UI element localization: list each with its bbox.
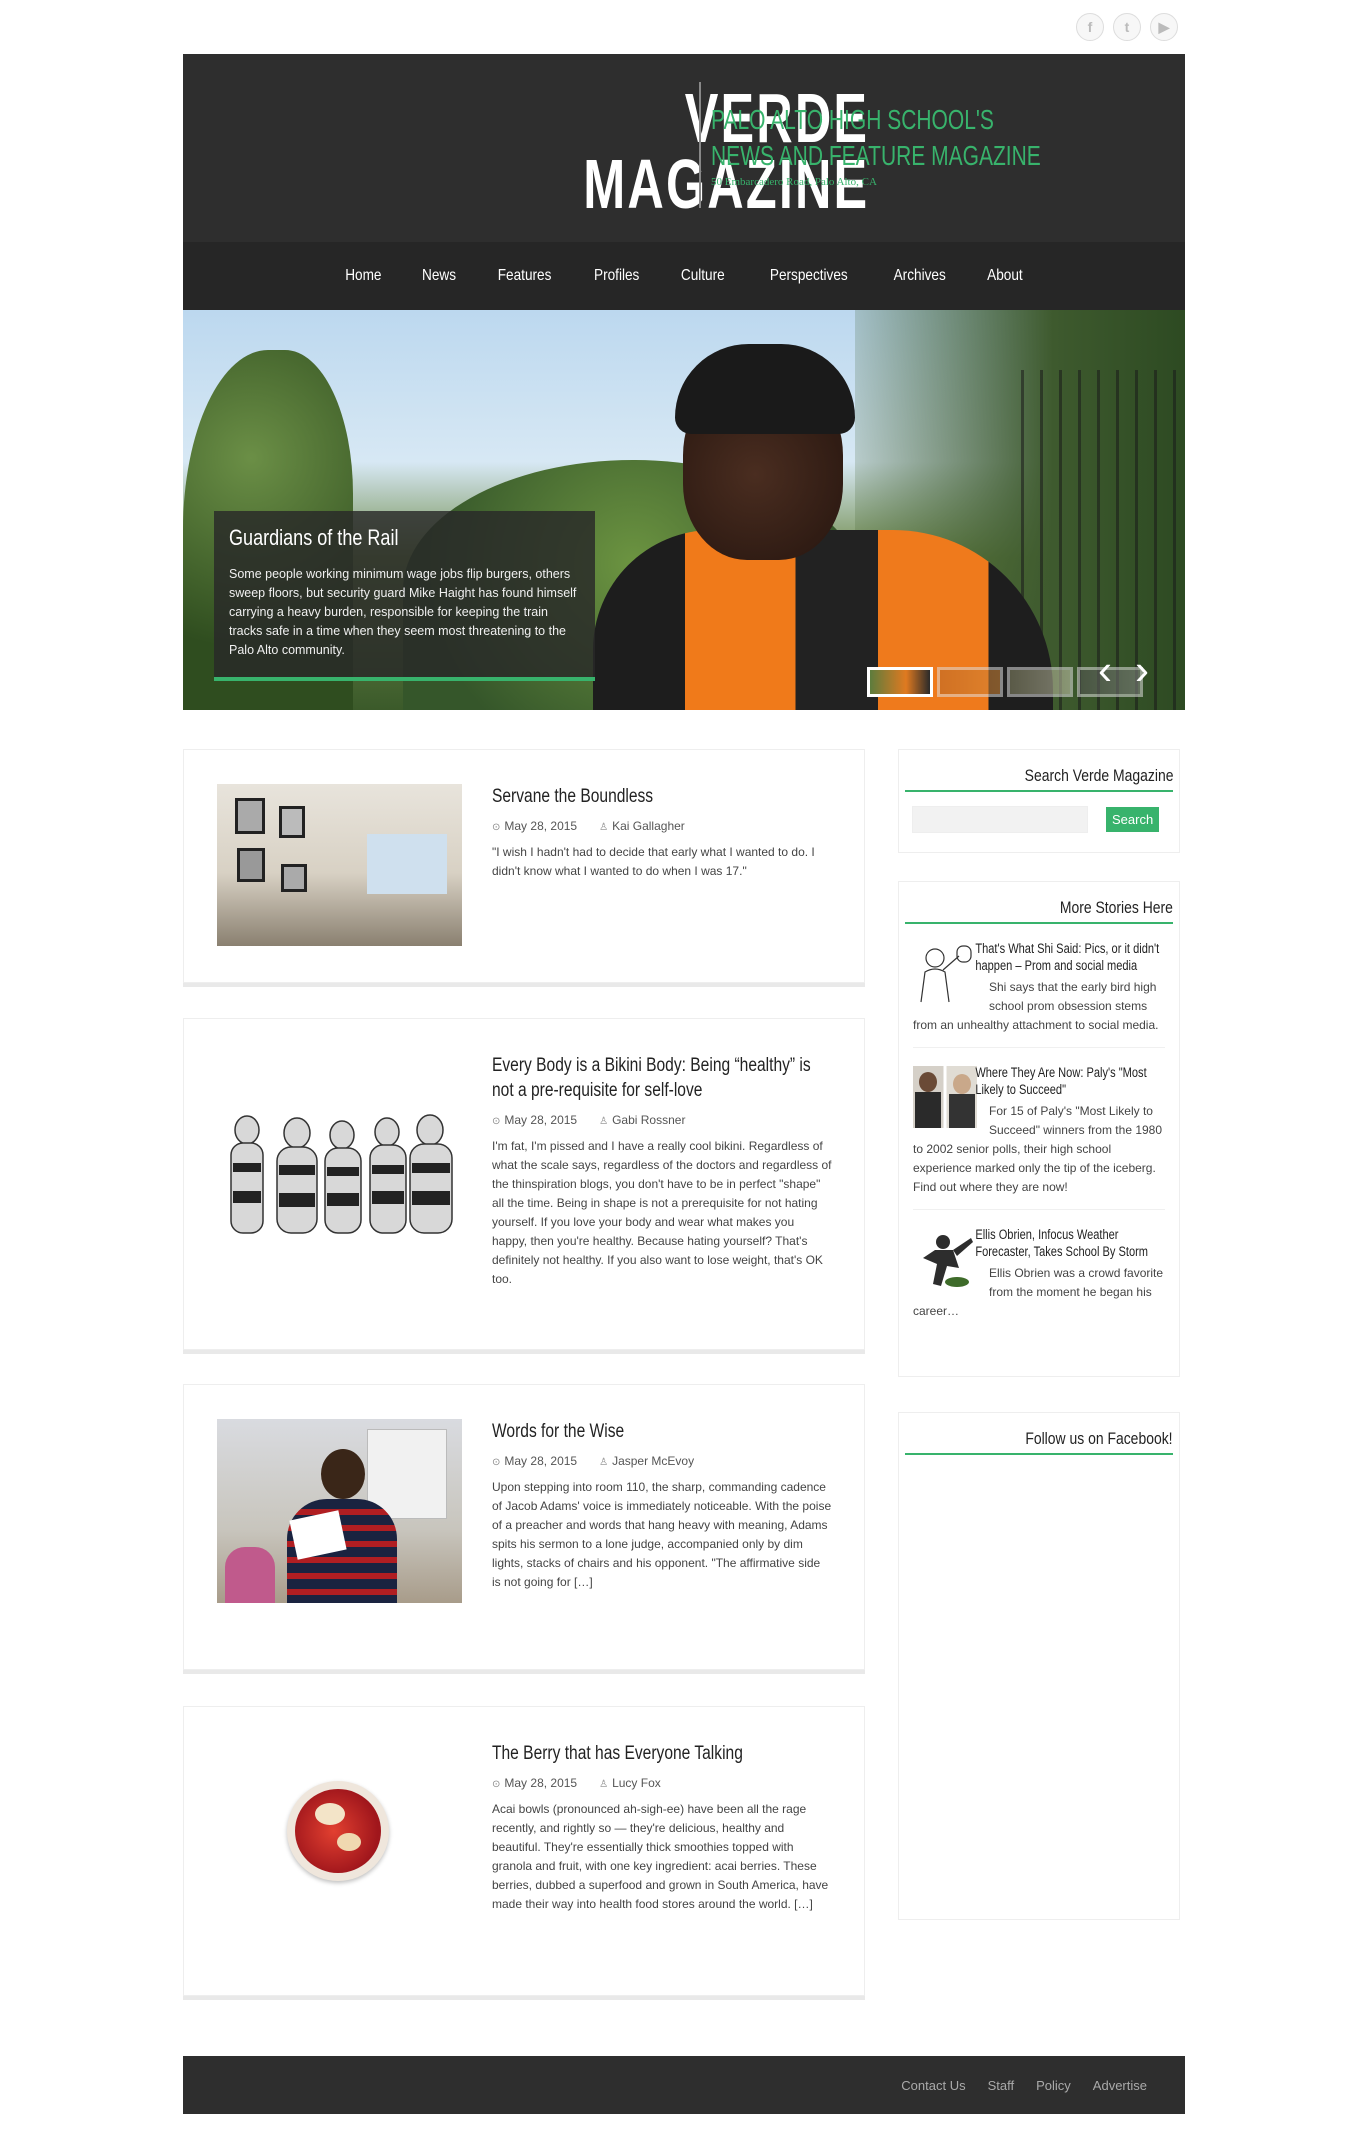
nav-culture[interactable]: Culture [667, 267, 740, 285]
featured-slider[interactable]: Guardians of the Rail Some people workin… [183, 310, 1185, 710]
nav-news[interactable]: News [407, 267, 470, 285]
article-title[interactable]: Every Body is a Bikini Body: Being “heal… [492, 1053, 832, 1103]
article-card: Words for the Wise ⊙ May 28, 2015 ♙ Jasper… [183, 1384, 865, 1670]
article-title[interactable]: The Berry that has Everyone Talking [492, 1741, 832, 1766]
clock-icon: ⊙ [492, 822, 501, 833]
slide-progress-bar [214, 677, 595, 681]
article-date: ⊙ May 28, 2015 [492, 1776, 578, 1790]
main-nav: Home News Features Profiles Culture Pers… [183, 242, 1185, 310]
social-icons: f t ▶ [1076, 13, 1178, 41]
slider-thumb[interactable] [867, 667, 933, 697]
story-title[interactable]: Ellis Obrien, Infocus Weather Forecaster… [913, 1226, 1165, 1260]
author-icon: ♙ [599, 822, 609, 833]
slider-next-arrow-icon[interactable]: › [1135, 649, 1159, 694]
sidebar-story[interactable]: Ellis Obrien, Infocus Weather Forecaster… [899, 1226, 1179, 1321]
footer-link-policy[interactable]: Policy [1036, 2078, 1071, 2093]
slide-caption[interactable]: Guardians of the Rail Some people workin… [214, 511, 595, 681]
search-input[interactable] [912, 806, 1088, 833]
article-date: ⊙ May 28, 2015 [492, 1454, 578, 1468]
slider-thumb[interactable] [937, 667, 1003, 697]
sidebar-story[interactable]: That's What Shi Said: Pics, or it didn't… [899, 940, 1179, 1035]
site-footer: Contact Us Staff Policy Advertise [183, 2056, 1185, 2114]
article-excerpt: I'm fat, I'm pissed and I have a really … [492, 1139, 832, 1286]
nav-home[interactable]: Home [331, 267, 396, 285]
facebook-widget: Follow us on Facebook! [898, 1412, 1180, 1920]
article-date: ⊙ May 28, 2015 [492, 1113, 578, 1127]
site-address: 50 Embarcadero Road, Palo Alto, CA [711, 176, 877, 188]
author-icon: ♙ [599, 1116, 609, 1127]
widget-title: Follow us on Facebook! [1025, 1429, 1173, 1448]
clock-icon: ⊙ [492, 1116, 501, 1127]
article-thumbnail[interactable] [217, 1419, 462, 1603]
more-stories-widget: More Stories Here That's What Shi Said: … [898, 881, 1180, 1377]
twitter-icon[interactable]: t [1113, 13, 1141, 41]
article-card: Servane the Boundless ⊙ May 28, 2015 ♙ Kai… [183, 749, 865, 983]
article-author[interactable]: ♙ Kai Gallagher [599, 819, 685, 833]
slider-prev-arrow-icon[interactable]: ‹ [1098, 649, 1122, 694]
slider-thumb[interactable] [1007, 667, 1073, 697]
logo-divider [699, 82, 701, 208]
sidebar-story[interactable]: Where They Are Now: Paly's "Most Likely … [899, 1064, 1179, 1197]
article-excerpt: "I wish I hadn't had to decide that earl… [492, 845, 815, 878]
site-tagline: PALO ALTO HIGH SCHOOL'S NEWS AND FEATURE… [711, 102, 1151, 188]
article-title[interactable]: Words for the Wise [492, 1419, 832, 1444]
article-author[interactable]: ♙ Gabi Rossner [599, 1113, 685, 1127]
article-card: The Berry that has Everyone Talking ⊙ May… [183, 1706, 865, 1996]
article-excerpt: Acai bowls (pronounced ah-sigh-ee) have … [492, 1802, 829, 1911]
footer-link-advertise[interactable]: Advertise [1093, 2078, 1147, 2093]
author-icon: ♙ [599, 1779, 609, 1790]
clock-icon: ⊙ [492, 1457, 501, 1468]
author-icon: ♙ [599, 1457, 609, 1468]
story-title[interactable]: That's What Shi Said: Pics, or it didn't… [913, 940, 1165, 974]
slide-image-guard [593, 330, 1053, 710]
tagline-line-1: PALO ALTO HIGH SCHOOL'S [711, 104, 994, 135]
widget-title: More Stories Here [1059, 898, 1173, 917]
slide-title[interactable]: Guardians of the Rail [229, 525, 517, 551]
search-button[interactable]: Search [1106, 807, 1160, 832]
article-thumbnail[interactable] [217, 1773, 462, 1893]
nav-perspectives[interactable]: Perspectives [755, 267, 862, 285]
youtube-icon[interactable]: ▶ [1150, 13, 1178, 41]
article-date: ⊙ May 28, 2015 [492, 819, 578, 833]
article-author[interactable]: ♙ Jasper McEvoy [599, 1454, 694, 1468]
nav-features[interactable]: Features [483, 267, 566, 285]
tagline-line-2: NEWS AND FEATURE MAGAZINE [711, 140, 1041, 171]
facebook-embed-area[interactable] [899, 1455, 1179, 1895]
search-widget: Search Verde Magazine Search [898, 749, 1180, 853]
article-card: Every Body is a Bikini Body: Being “heal… [183, 1018, 865, 1350]
slide-text: Some people working minimum wage jobs fl… [229, 567, 577, 657]
nav-profiles[interactable]: Profiles [580, 267, 654, 285]
article-title[interactable]: Servane the Boundless [492, 784, 832, 809]
article-thumbnail[interactable] [217, 784, 462, 946]
article-thumbnail[interactable] [217, 1085, 462, 1235]
story-title[interactable]: Where They Are Now: Paly's "Most Likely … [913, 1064, 1165, 1098]
site-header: VERDE MAGAZINE PALO ALTO HIGH SCHOOL'S N… [183, 54, 1185, 242]
article-excerpt: Upon stepping into room 110, the sharp, … [492, 1480, 832, 1589]
footer-link-contact[interactable]: Contact Us [901, 2078, 965, 2093]
facebook-icon[interactable]: f [1076, 13, 1104, 41]
nav-about[interactable]: About [973, 267, 1037, 285]
widget-title: Search Verde Magazine [1024, 766, 1173, 785]
article-author[interactable]: ♙ Lucy Fox [599, 1776, 661, 1790]
nav-archives[interactable]: Archives [879, 267, 960, 285]
footer-link-staff[interactable]: Staff [988, 2078, 1015, 2093]
clock-icon: ⊙ [492, 1779, 501, 1790]
